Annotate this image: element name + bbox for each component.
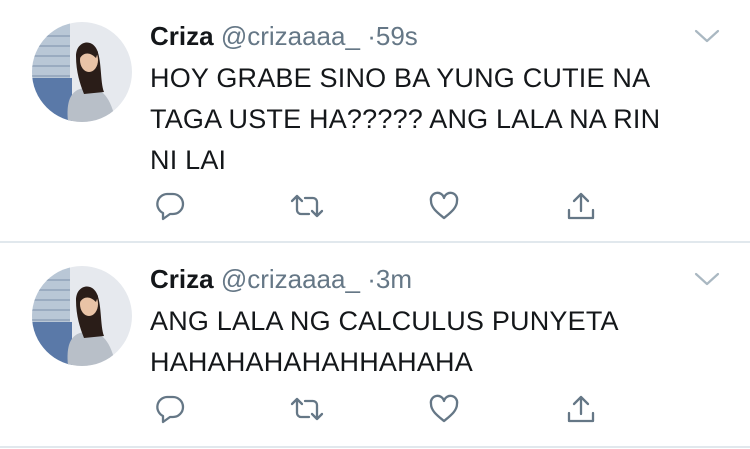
heart-icon: [429, 394, 459, 423]
retweet-icon: [290, 397, 324, 421]
tweet-text: HOY GRABE SINO BA YUNG CUTIE NA TAGA UST…: [150, 58, 720, 181]
tweet-text-line: HOY GRABE SINO BA YUNG CUTIE NA: [150, 63, 651, 93]
display-name[interactable]: Criza: [150, 264, 214, 294]
tweet-text-line: HAHAHAHAHAHHAHAHA: [150, 347, 473, 377]
share-button[interactable]: [561, 389, 601, 429]
share-icon: [567, 192, 595, 220]
reply-icon: [156, 395, 185, 424]
tweet-actions: [150, 389, 620, 429]
share-button[interactable]: [561, 186, 601, 226]
user-handle[interactable]: @crizaaaa_: [221, 21, 360, 51]
tweet-actions: [150, 186, 620, 226]
like-button[interactable]: [424, 389, 464, 429]
tweet-text-line: TAGA USTE HA????? ANG LALA NA RIN: [150, 104, 661, 134]
divider: [0, 446, 750, 448]
user-handle[interactable]: @crizaaaa_: [221, 264, 360, 294]
reply-icon: [156, 192, 185, 221]
retweet-button[interactable]: [287, 186, 327, 226]
retweet-button[interactable]: [287, 389, 327, 429]
timestamp[interactable]: 3m: [376, 264, 412, 294]
chevron-down-icon[interactable]: [692, 24, 722, 48]
tweet-header: Criza @crizaaaa_ ·3m: [150, 263, 412, 295]
avatar-photo: [32, 22, 132, 122]
display-name[interactable]: Criza: [150, 21, 214, 51]
timestamp[interactable]: 59s: [376, 21, 418, 51]
avatar[interactable]: [32, 22, 132, 122]
tweet-text: ANG LALA NG CALCULUS PUNYETA HAHAHAHAHAH…: [150, 301, 720, 383]
avatar-photo: [32, 266, 132, 366]
tweet-text-line: NI LAI: [150, 145, 227, 175]
reply-button[interactable]: [150, 186, 190, 226]
heart-icon: [429, 191, 459, 220]
tweet[interactable]: Criza @crizaaaa_ ·59s HOY GRABE SINO BA …: [0, 0, 750, 241]
separator-dot: ·: [367, 21, 376, 51]
retweet-icon: [290, 194, 324, 218]
reply-button[interactable]: [150, 389, 190, 429]
tweet-feed: Criza @crizaaaa_ ·59s HOY GRABE SINO BA …: [0, 0, 750, 449]
share-icon: [567, 395, 595, 423]
separator-dot: ·: [367, 264, 376, 294]
chevron-down-icon[interactable]: [692, 267, 722, 291]
avatar[interactable]: [32, 266, 132, 366]
tweet-text-line: ANG LALA NG CALCULUS PUNYETA: [150, 306, 619, 336]
tweet[interactable]: Criza @crizaaaa_ ·3m ANG LALA NG CALCULU…: [0, 243, 750, 447]
tweet-header: Criza @crizaaaa_ ·59s: [150, 20, 418, 52]
like-button[interactable]: [424, 186, 464, 226]
